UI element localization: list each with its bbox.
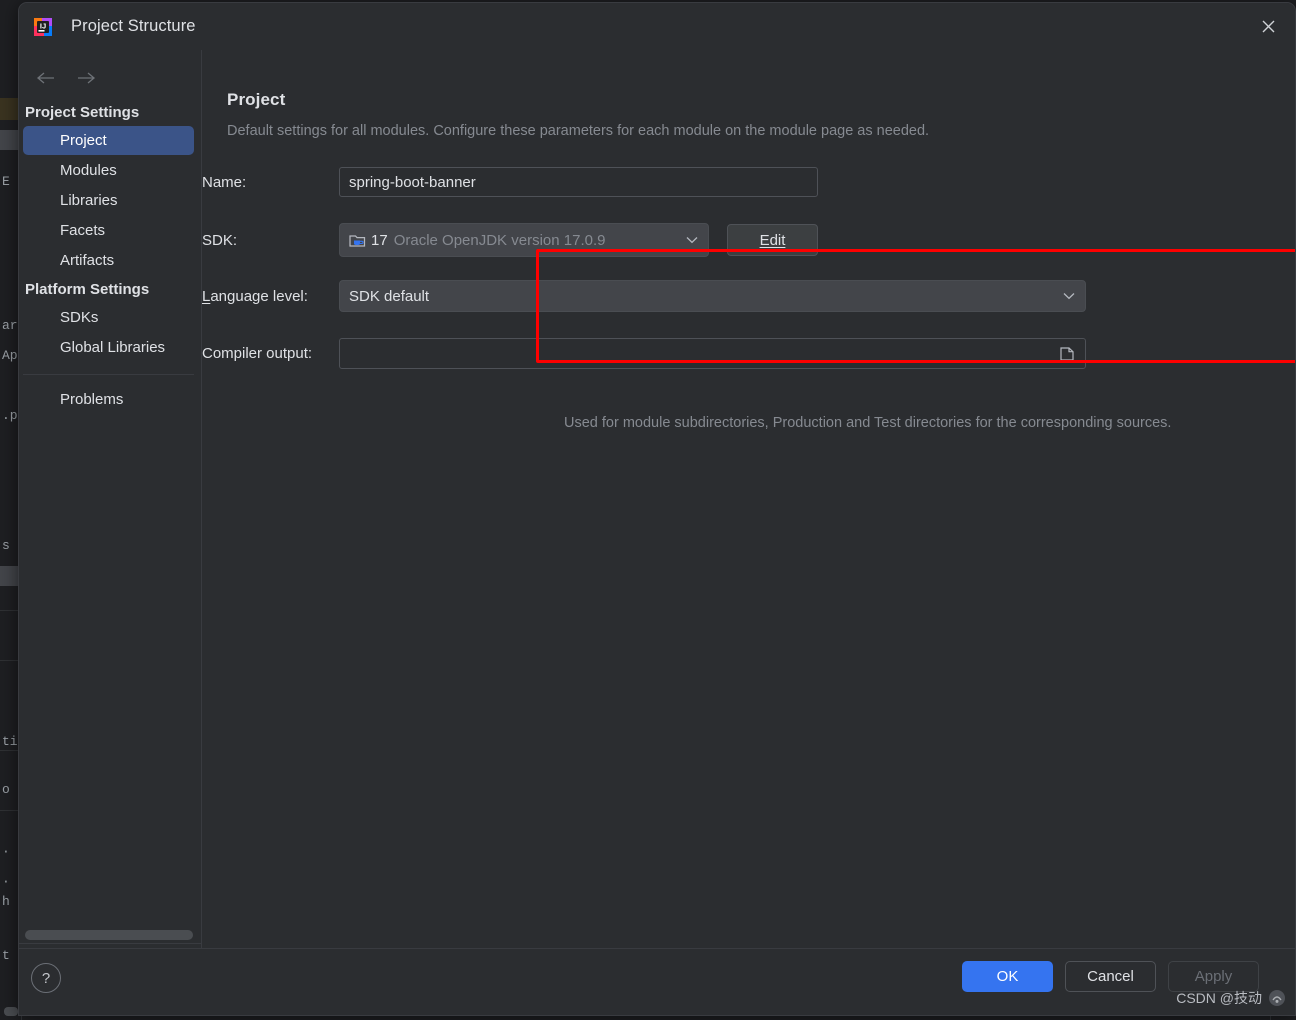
sidebar-group-project-settings: Project Settings [25, 104, 140, 121]
language-level-label: Language level: [202, 287, 308, 305]
sdk-label: SDK: [202, 231, 238, 249]
page-title: Project [227, 90, 286, 109]
sidebar-item-global-libraries[interactable]: Global Libraries [23, 333, 194, 362]
background-code-fragment: t [2, 948, 10, 963]
background-code-fragment: .p [2, 408, 18, 423]
edit-sdk-button[interactable]: Edit [727, 224, 818, 256]
sidebar-scrollbar-track [19, 943, 201, 944]
cancel-button[interactable]: Cancel [1065, 961, 1156, 992]
background-code-fragment: ti [2, 734, 18, 749]
background-code-fragment: · [2, 844, 10, 859]
cancel-button-label: Cancel [1087, 968, 1134, 985]
sidebar-nav-list: Project Settings Project Modules Librari… [19, 92, 201, 414]
apply-button-label: Apply [1194, 968, 1233, 985]
watermark-text: CSDN @技动 [1176, 990, 1262, 1006]
close-icon[interactable] [1241, 3, 1295, 50]
language-level-label-rest: anguage level: [210, 287, 308, 305]
intellij-idea-logo-icon: IJ [32, 16, 54, 38]
sdk-value: Oracle OpenJDK version 17.0.9 [393, 231, 606, 249]
watermark: CSDN @技动 [1176, 988, 1286, 1008]
chevron-down-icon [1063, 292, 1075, 300]
background-code-fragment: ar [2, 318, 18, 333]
csdn-logo-icon [1268, 989, 1286, 1007]
svg-text:IJ: IJ [40, 21, 46, 30]
help-button-label: ? [41, 969, 51, 987]
edit-button-label: Edit [759, 231, 786, 249]
dialog-footer: ? OK Cancel Apply [19, 948, 1295, 1015]
sidebar-horizontal-scrollbar[interactable] [25, 930, 193, 940]
name-label: Name: [202, 173, 247, 191]
sdk-version-badge: 17 [371, 231, 388, 249]
sidebar-navigation-arrows [19, 50, 201, 92]
project-settings-panel: Project Default settings for all modules… [202, 50, 1295, 948]
ok-button-label: OK [996, 968, 1019, 985]
help-question-icon[interactable]: ? [31, 963, 61, 993]
folder-browse-icon[interactable] [1059, 346, 1075, 361]
language-level-field-row: Language level: SDK default [202, 280, 1086, 312]
background-code-fragment: o [2, 782, 10, 797]
background-code-fragment: h [2, 894, 10, 909]
sidebar-divider [23, 374, 194, 375]
chevron-down-icon [686, 236, 698, 244]
sidebar-item-project[interactable]: Project [23, 126, 194, 155]
sidebar-item-problems[interactable]: Problems [23, 385, 194, 414]
project-structure-dialog: IJ Project Structure Project Settings Pr… [18, 2, 1296, 1016]
page-description: Default settings for all modules. Config… [227, 123, 930, 139]
name-input[interactable]: spring-boot-banner [339, 167, 818, 197]
name-field-row: Name: spring-boot-banner [202, 167, 818, 197]
settings-sidebar: Project Settings Project Modules Librari… [19, 50, 202, 948]
compiler-output-input[interactable] [339, 338, 1086, 369]
sidebar-group-platform-settings: Platform Settings [25, 281, 150, 298]
background-scrollbar-thumb[interactable] [4, 1007, 18, 1016]
compiler-output-hint: Used for module subdirectories, Producti… [564, 415, 1172, 431]
language-level-combobox[interactable]: SDK default [339, 280, 1086, 312]
ok-button[interactable]: OK [962, 961, 1053, 992]
sidebar-item-artifacts[interactable]: Artifacts [23, 246, 194, 275]
sdk-combobox[interactable]: 17 Oracle OpenJDK version 17.0.9 [339, 223, 709, 257]
background-code-fragment: s [2, 538, 10, 553]
dialog-body: Project Settings Project Modules Librari… [19, 50, 1295, 948]
sidebar-item-sdks[interactable]: SDKs [23, 303, 194, 332]
dialog-titlebar: IJ Project Structure [19, 3, 1295, 50]
sidebar-item-libraries[interactable]: Libraries [23, 186, 194, 215]
jdk-folder-icon [349, 233, 366, 248]
name-input-value: spring-boot-banner [349, 173, 476, 191]
sdk-field-row: SDK: 17 Oracle OpenJDK version 17.0.9 Ed… [202, 223, 818, 257]
dialog-title: Project Structure [71, 17, 196, 35]
background-code-fragment: E [2, 174, 10, 189]
sidebar-item-modules[interactable]: Modules [23, 156, 194, 185]
sidebar-item-facets[interactable]: Facets [23, 216, 194, 245]
background-code-fragment: · [2, 874, 10, 889]
compiler-output-label: Compiler output: [202, 345, 313, 362]
language-level-value: SDK default [349, 287, 430, 305]
arrow-right-icon[interactable] [77, 71, 96, 85]
arrow-left-icon[interactable] [36, 71, 55, 85]
compiler-output-field-row: Compiler output: [202, 338, 1086, 369]
background-code-fragment: Ap [2, 348, 18, 363]
